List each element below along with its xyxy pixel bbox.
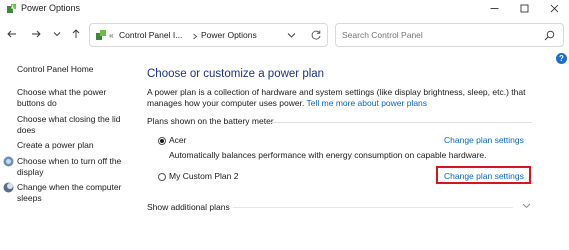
plan-radio-custom-plan-2[interactable]	[158, 173, 166, 181]
maximize-icon	[520, 4, 528, 13]
arrow-left-icon	[7, 30, 16, 38]
sidebar-item-turn-off-display[interactable]: Choose when to turn off the display	[17, 156, 129, 178]
arrow-up-icon	[72, 29, 80, 38]
chevron-right-icon	[193, 33, 198, 40]
minimize-icon	[490, 8, 498, 9]
arrow-right-icon	[32, 30, 41, 38]
learn-more-link[interactable]: Tell me more about power plans	[307, 98, 427, 108]
breadcrumb-current[interactable]: Power Options	[201, 30, 257, 40]
close-icon	[550, 4, 558, 13]
additional-plans-divider	[233, 207, 513, 208]
plan-name-custom-plan-2[interactable]: My Custom Plan 2	[169, 171, 238, 181]
display-icon	[3, 156, 14, 167]
back-button[interactable]	[5, 27, 19, 41]
search-box[interactable]	[335, 23, 564, 47]
close-button[interactable]	[540, 0, 568, 17]
chevron-down-icon	[53, 32, 61, 37]
recent-locations-button[interactable]	[50, 27, 64, 41]
sidebar-item-closing-lid[interactable]: Choose what closing the lid does	[17, 114, 129, 136]
group-divider	[271, 122, 532, 123]
search-icon[interactable]	[544, 30, 555, 41]
title-bar: Power Options	[0, 0, 569, 17]
power-options-icon	[7, 4, 16, 13]
breadcrumb-separator: «	[109, 30, 114, 40]
sidebar-item-create-plan[interactable]: Create a power plan	[17, 140, 129, 151]
plan-name-acer[interactable]: Acer	[169, 135, 186, 145]
breadcrumb-parent[interactable]: Control Panel I...	[119, 30, 182, 40]
sidebar-item-control-panel-home[interactable]: Control Panel Home	[17, 64, 129, 75]
address-bar[interactable]: « Control Panel I... Power Options	[89, 23, 328, 47]
change-plan-settings-link-custom-plan-2[interactable]: Change plan settings	[444, 171, 524, 181]
change-plan-settings-link-acer[interactable]: Change plan settings	[444, 135, 524, 145]
sleep-icon	[3, 182, 14, 193]
up-button[interactable]	[69, 27, 83, 41]
show-additional-plans[interactable]: Show additional plans	[147, 202, 230, 212]
search-input[interactable]	[342, 28, 532, 42]
refresh-icon[interactable]	[310, 29, 322, 41]
page-title: Choose or customize a power plan	[147, 68, 325, 80]
chevron-down-icon[interactable]	[287, 32, 296, 39]
sidebar-item-computer-sleeps[interactable]: Change when the computer sleeps	[17, 182, 129, 204]
forward-button[interactable]	[29, 27, 43, 41]
plan-radio-acer[interactable]	[158, 137, 166, 145]
plan-description-acer: Automatically balances performance with …	[169, 150, 487, 160]
window-title: Power Options	[21, 3, 81, 13]
minimize-button[interactable]	[480, 0, 508, 17]
maximize-button[interactable]	[510, 0, 538, 17]
group-label: Plans shown on the battery meter	[147, 116, 274, 126]
sidebar-item-power-buttons[interactable]: Choose what the power buttons do	[17, 87, 129, 109]
page-description: A power plan is a collection of hardware…	[147, 87, 527, 109]
chevron-down-icon[interactable]	[522, 203, 531, 209]
help-icon[interactable]: ?	[556, 53, 567, 64]
control-panel-icon	[96, 30, 106, 40]
